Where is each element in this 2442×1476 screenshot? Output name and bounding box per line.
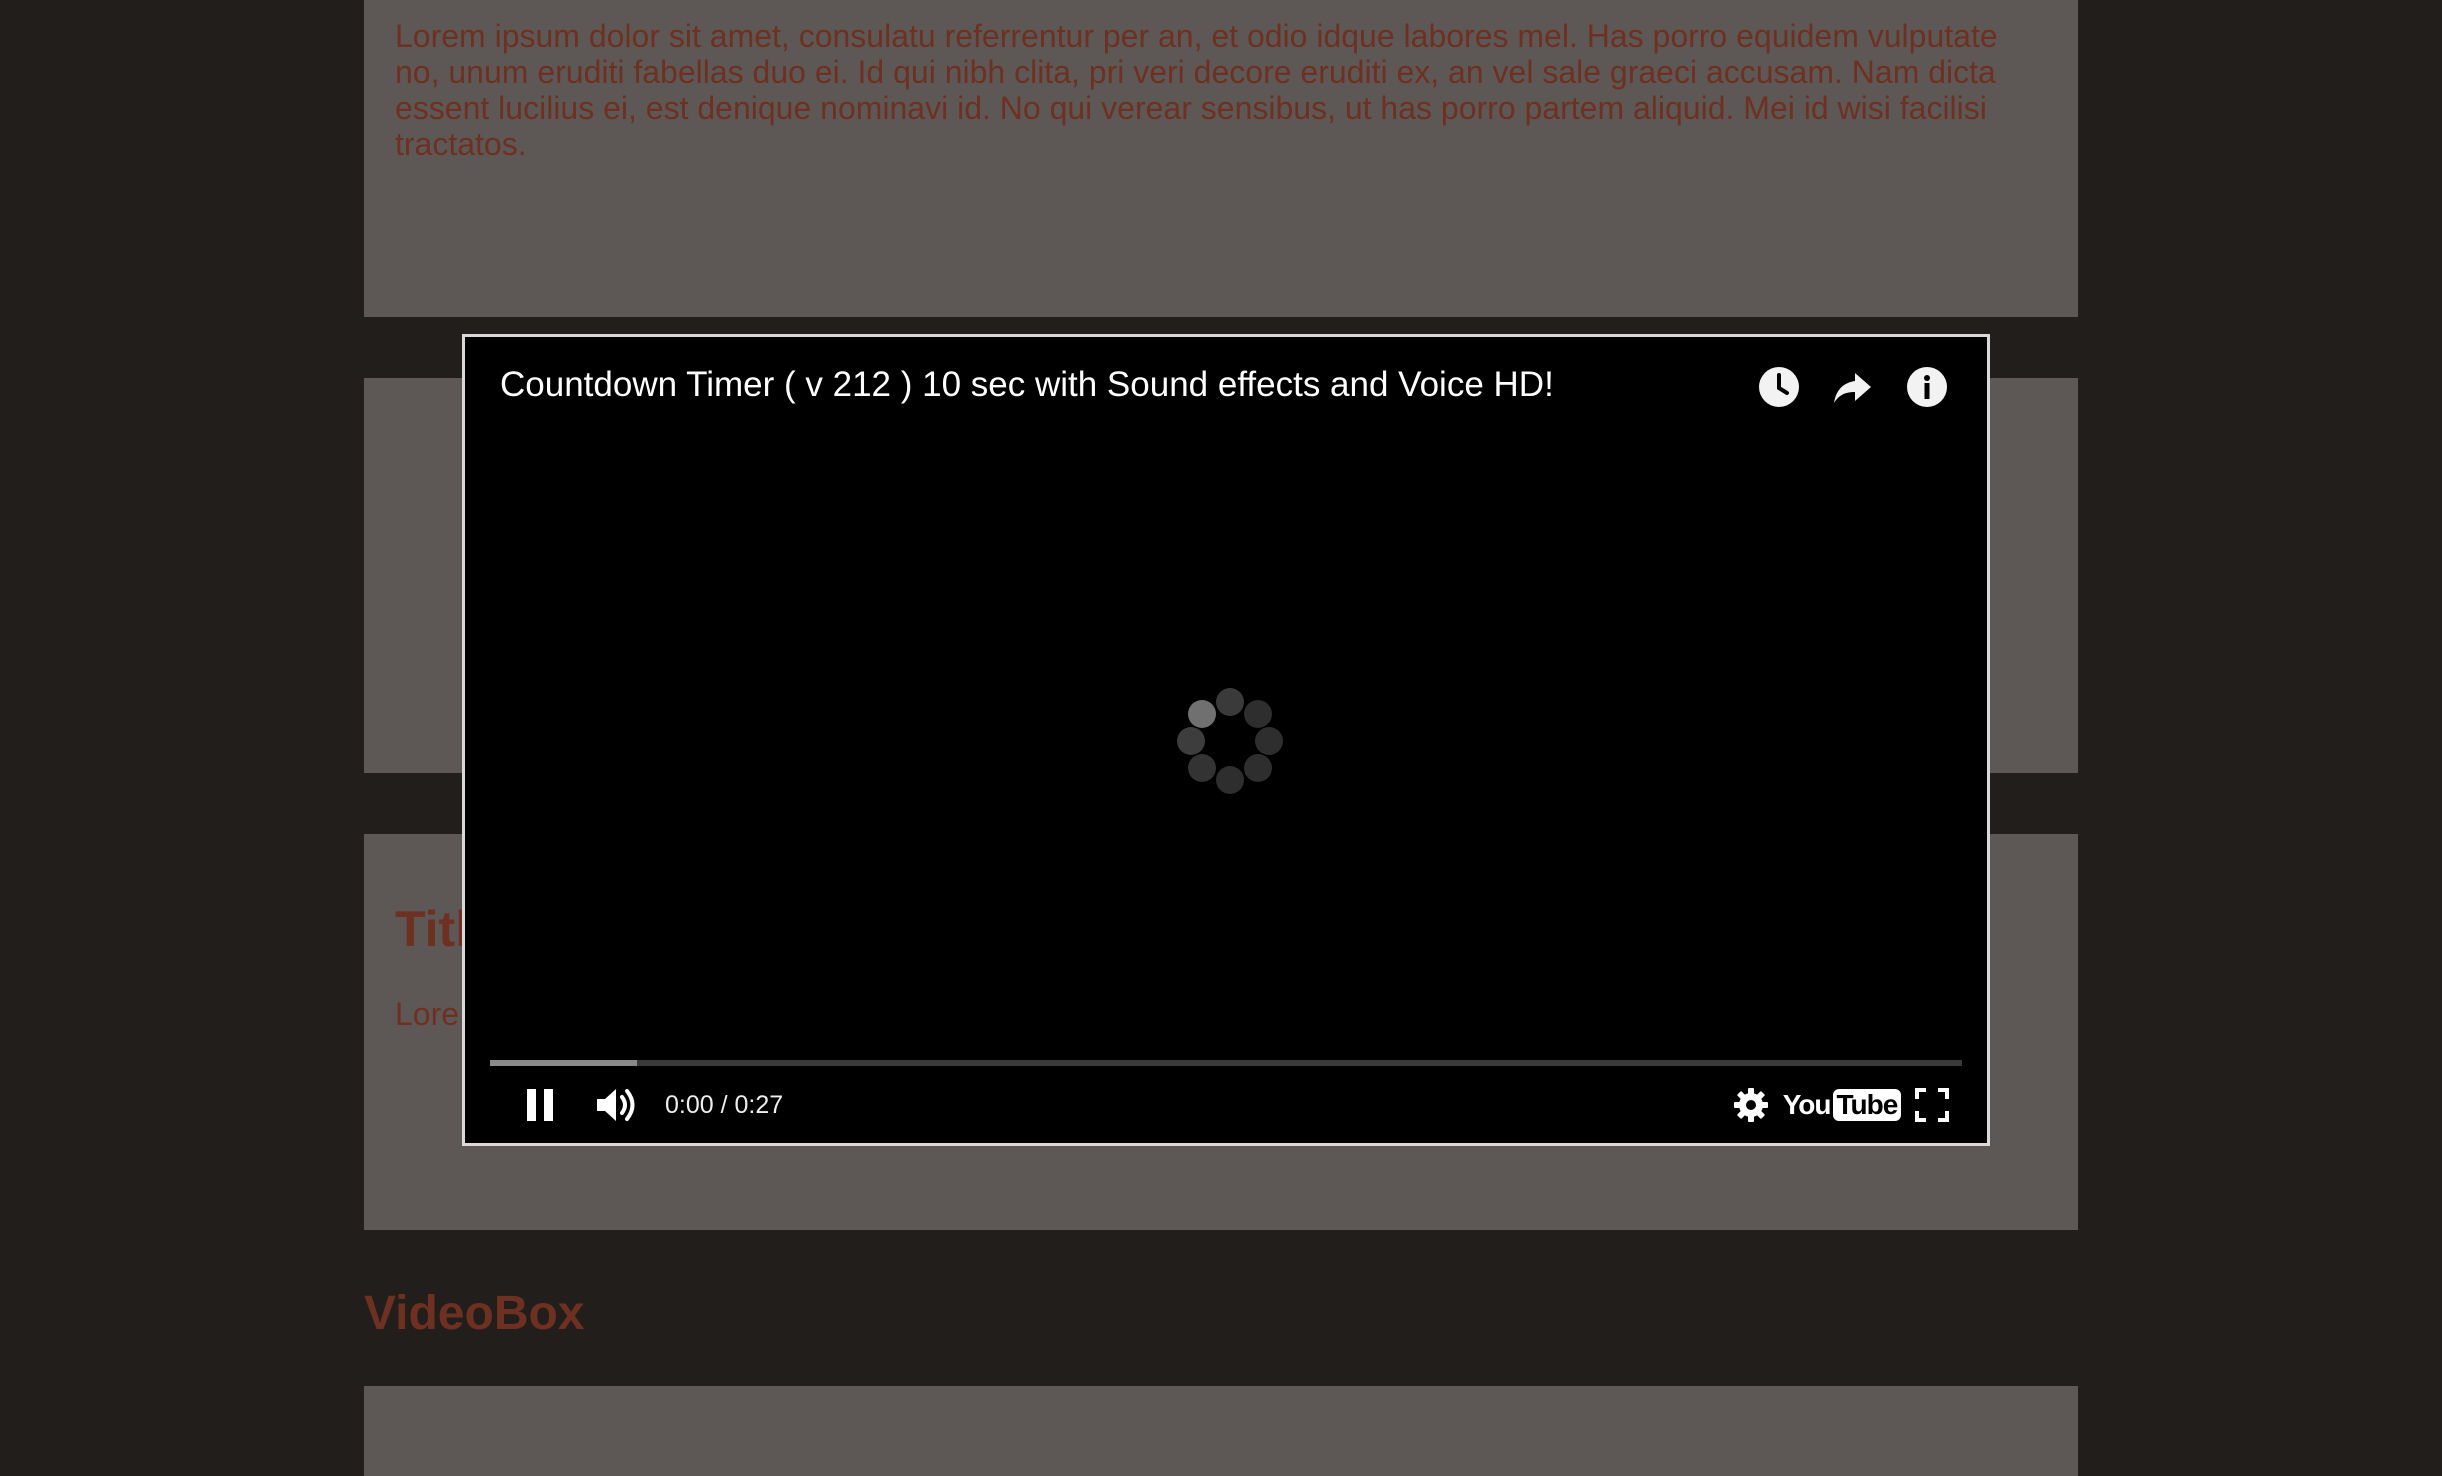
time-display: 0:00 / 0:27	[665, 1091, 784, 1119]
control-bar: 0:00 / 0:27 You Tube	[465, 1075, 1987, 1135]
info-icon[interactable]	[1905, 365, 1949, 409]
page: Lorem ipsum dolor sit amet, consulatu re…	[0, 0, 2442, 1476]
progress-bar[interactable]	[490, 1060, 1962, 1066]
top-icon-bar	[1757, 365, 1949, 409]
panel-title: Titl	[395, 901, 470, 957]
section-heading: VideoBox	[364, 1287, 585, 1340]
watch-later-icon[interactable]	[1757, 365, 1801, 409]
content-panel-bottom	[364, 1386, 2078, 1476]
progress-buffered	[490, 1060, 638, 1066]
loading-spinner-icon	[1170, 681, 1290, 801]
fullscreen-icon[interactable]	[1910, 1075, 1954, 1135]
volume-icon[interactable]	[590, 1075, 644, 1135]
content-panel-top: Lorem ipsum dolor sit amet, consulatu re…	[364, 0, 2078, 317]
panel-paragraph: Lorem ipsum dolor sit amet, consulatu re…	[395, 18, 1998, 162]
youtube-logo[interactable]: You Tube	[1783, 1075, 1902, 1135]
settings-icon[interactable]	[1728, 1075, 1774, 1135]
video-title[interactable]: Countdown Timer ( v 212 ) 10 sec with So…	[500, 365, 1554, 405]
share-icon[interactable]	[1831, 365, 1875, 409]
youtube-logo-you: You	[1782, 1089, 1832, 1120]
video-player-modal[interactable]: Countdown Timer ( v 212 ) 10 sec with So…	[462, 334, 1990, 1146]
youtube-logo-tube: Tube	[1832, 1089, 1902, 1121]
pause-icon[interactable]	[515, 1075, 565, 1135]
